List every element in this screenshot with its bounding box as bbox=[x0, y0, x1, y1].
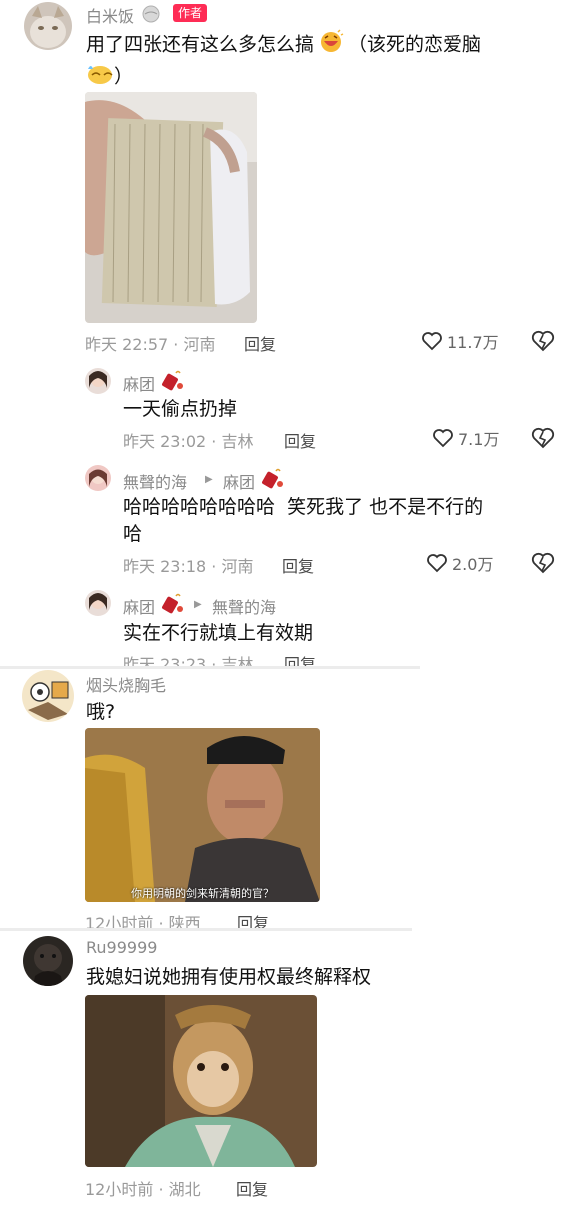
broken-heart-icon[interactable] bbox=[531, 330, 555, 352]
reply-text-line: 哈 bbox=[123, 523, 143, 545]
firecracker-badge-icon bbox=[162, 370, 183, 391]
like-button[interactable]: 7.1万 bbox=[432, 426, 499, 450]
comment-text: 用了四张还有这么多怎么搞 （该死的恋爱脑 ） bbox=[86, 29, 556, 93]
reply-text-line: 哈哈哈哈哈哈哈哈 笑死我了 也不是不行的 bbox=[123, 496, 484, 518]
girl-avatar-image bbox=[85, 590, 111, 616]
reply-arrow-icon: ▶ bbox=[194, 599, 202, 610]
image-caption: 你用明朝的剑来斩清朝的官？ bbox=[131, 887, 274, 900]
reply-username[interactable]: 無聲的海 bbox=[123, 469, 187, 493]
heart-outline-icon bbox=[427, 554, 447, 573]
like-button[interactable]: 2.0万 bbox=[426, 551, 493, 575]
avatar[interactable] bbox=[24, 2, 72, 50]
reply-text: 哈哈哈哈哈哈哈哈 笑死我了 也不是不行的 哈 bbox=[123, 494, 563, 548]
reply-to-username[interactable]: 麻团 bbox=[223, 469, 255, 493]
cartoon-avatar-image bbox=[22, 670, 74, 722]
like-count: 11.7万 bbox=[447, 333, 499, 352]
like-button[interactable]: 11.7万 bbox=[421, 329, 499, 353]
reply-button[interactable]: 回复 bbox=[284, 651, 316, 667]
reply-text: 实在不行就填上有效期 bbox=[123, 622, 314, 644]
laughing-emoji-icon bbox=[318, 29, 344, 61]
avatar[interactable] bbox=[22, 670, 74, 722]
cat-avatar-image bbox=[24, 2, 72, 50]
reply-username[interactable]: 麻团 bbox=[123, 594, 155, 618]
section-divider bbox=[0, 666, 420, 669]
reply-button[interactable]: 回复 bbox=[237, 910, 269, 928]
reply-text: 一天偷点扔掉 bbox=[123, 398, 238, 420]
dark-avatar-image bbox=[23, 936, 73, 986]
comment-text-part: （该死的恋爱脑 bbox=[348, 33, 482, 56]
comment-text: 我媳妇说她拥有使用权最终解释权 bbox=[86, 966, 372, 988]
comment-text-part: ） bbox=[114, 65, 134, 88]
reply-meta: 昨天 23:18 · 河南 bbox=[123, 557, 254, 576]
comment-image[interactable] bbox=[85, 995, 317, 1167]
silver-badge-icon bbox=[142, 5, 160, 23]
like-count: 2.0万 bbox=[452, 555, 494, 574]
section-divider bbox=[0, 928, 412, 931]
avatar[interactable] bbox=[23, 936, 73, 986]
sweat-emoji-icon bbox=[86, 61, 114, 93]
stack-of-paper-photo bbox=[85, 92, 257, 323]
drama-still-image bbox=[85, 728, 320, 902]
author-tag: 作者 bbox=[173, 4, 208, 22]
pink-avatar-image bbox=[85, 465, 111, 491]
monkey-king-still-image bbox=[85, 995, 317, 1167]
comment-text-part: 用了四张还有这么多怎么搞 bbox=[86, 33, 315, 56]
comment-image[interactable] bbox=[85, 92, 257, 323]
reply-username[interactable]: 麻团 bbox=[123, 371, 155, 395]
comment-username[interactable]: 烟头烧胸毛 bbox=[86, 672, 166, 696]
heart-outline-icon bbox=[433, 429, 453, 448]
firecracker-badge-icon bbox=[162, 593, 183, 614]
comment-image[interactable]: 你用明朝的剑来斩清朝的官？ bbox=[85, 728, 320, 902]
avatar[interactable] bbox=[85, 465, 111, 491]
comment-username[interactable]: Ru99999 bbox=[86, 938, 157, 957]
comment-username[interactable]: 白米饭 bbox=[86, 3, 134, 27]
avatar[interactable] bbox=[85, 368, 111, 394]
comment-meta: 昨天 22:57 · 河南 bbox=[85, 335, 216, 354]
reply-button[interactable]: 回复 bbox=[244, 331, 276, 355]
reply-arrow-icon: ▶ bbox=[205, 474, 213, 485]
reply-meta: 昨天 23:23 · 吉林 bbox=[123, 655, 254, 667]
like-count: 7.1万 bbox=[458, 430, 500, 449]
reply-meta: 昨天 23:02 · 吉林 bbox=[123, 432, 254, 451]
avatar[interactable] bbox=[85, 590, 111, 616]
reply-button[interactable]: 回复 bbox=[236, 1176, 268, 1200]
firecracker-badge-icon bbox=[262, 468, 283, 489]
reply-button[interactable]: 回复 bbox=[282, 553, 314, 577]
reply-to-username[interactable]: 無聲的海 bbox=[212, 594, 276, 618]
broken-heart-icon[interactable] bbox=[531, 427, 555, 449]
broken-heart-icon[interactable] bbox=[531, 552, 555, 574]
comment-text: 哦? bbox=[86, 701, 116, 723]
girl-avatar-image bbox=[85, 368, 111, 394]
heart-outline-icon bbox=[422, 332, 442, 351]
comment-meta: 12小时前 · 湖北 bbox=[85, 1180, 201, 1199]
reply-button[interactable]: 回复 bbox=[284, 428, 316, 452]
